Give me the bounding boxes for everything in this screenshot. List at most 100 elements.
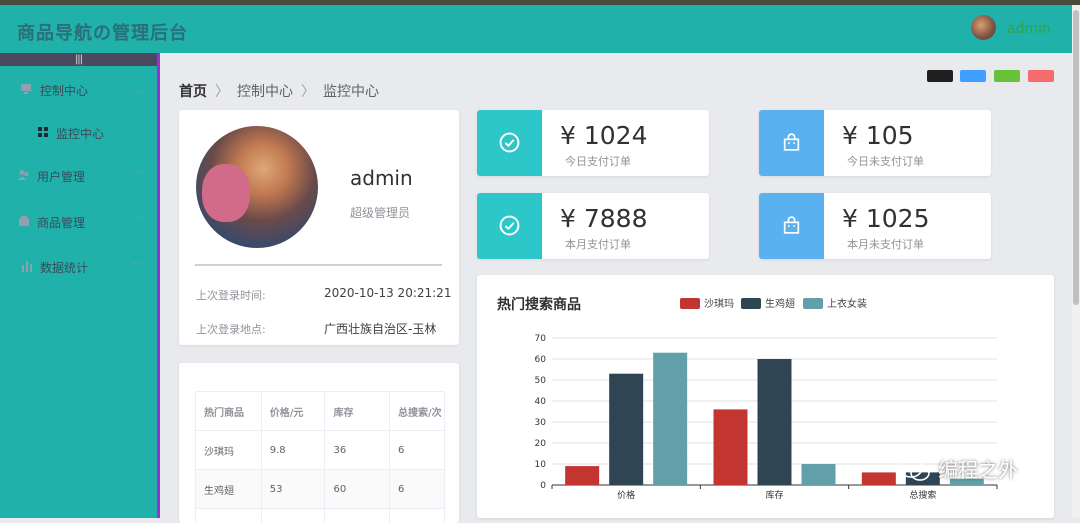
stat-value: ¥ 7888 [560, 204, 647, 233]
last-login-time: 2020-10-13 20:21:21 [324, 286, 451, 300]
profile-role: 超级管理员 [350, 204, 410, 221]
breadcrumb-separator-icon: 〉 [215, 84, 229, 100]
user-avatar[interactable] [971, 15, 996, 40]
stat-label: 今日支付订单 [565, 153, 631, 169]
users-icon [18, 169, 30, 181]
bar [653, 353, 687, 485]
profile-avatar [196, 126, 318, 248]
stat-label: 本月支付订单 [565, 236, 631, 252]
app-title: 商品导航の管理后台 [17, 19, 188, 45]
avatar-photo [202, 164, 250, 222]
table-cell [261, 509, 325, 523]
y-tick-label: 20 [535, 439, 547, 449]
main-content: 首页〉控制中心〉监控中心 admin 超级管理员 上次登录时间: 2020-10… [163, 53, 1072, 518]
theme-color-red[interactable] [1028, 70, 1054, 82]
shopping-bag-icon [781, 215, 802, 236]
bar [802, 464, 836, 485]
stat-value: ¥ 1024 [560, 121, 647, 150]
sidebar-item-label: 商品管理 [37, 214, 85, 231]
table-cell [325, 509, 390, 523]
breadcrumb-home[interactable]: 首页 [179, 84, 207, 100]
table-cell: 6 [390, 470, 445, 509]
breadcrumb: 首页〉控制中心〉监控中心 [179, 81, 379, 101]
scrollbar-thumb[interactable] [1073, 10, 1079, 305]
stat-label: 今日未支付订单 [847, 153, 924, 169]
x-tick-label: 总搜索 [909, 489, 936, 501]
sidebar-item-label: 控制中心 [40, 82, 88, 99]
box-icon [18, 215, 30, 227]
stat-card-month-unpaid: ¥ 1025 本月未支付订单 [759, 193, 991, 259]
shopping-bag-icon [781, 132, 802, 153]
bar [758, 359, 792, 485]
sidebar-item-label: 监控中心 [56, 125, 104, 142]
table-cell [390, 509, 445, 523]
stat-icon-box [759, 193, 824, 259]
stat-icon-box [477, 193, 542, 259]
table-header-row: 热门商品 价格/元 库存 总搜索/次 [196, 392, 445, 431]
table-header: 价格/元 [261, 392, 325, 431]
table-cell: 9.8 [261, 431, 325, 470]
watermark-text: 编程之外 [938, 454, 1018, 483]
profile-card: admin 超级管理员 上次登录时间: 2020-10-13 20:21:21 … [179, 110, 459, 345]
sidebar-item-label: 用户管理 [37, 168, 85, 185]
y-tick-label: 30 [535, 418, 547, 428]
sidebar-item-product-management[interactable]: 商品管理 ﹀ [0, 209, 157, 235]
table-header: 热门商品 [196, 392, 262, 431]
app-header: 商品导航の管理后台 admin [0, 5, 1072, 53]
y-tick-label: 0 [540, 481, 546, 491]
divider [195, 264, 442, 266]
check-icon [499, 132, 520, 153]
stat-card-today-unpaid: ¥ 105 今日未支付订单 [759, 110, 991, 176]
last-login-time-label: 上次登录时间: [196, 287, 266, 303]
x-tick-label: 价格 [617, 489, 635, 501]
table-row: 生鸡翅 53 60 6 [196, 470, 445, 509]
last-login-place: 广西壮族自治区-玉林 [324, 320, 436, 337]
table-cell: 6 [390, 431, 445, 470]
hot-products-table: 热门商品 价格/元 库存 总搜索/次 沙琪玛 9.8 36 6 生鸡翅 53 6… [195, 391, 445, 523]
sidebar-item-statistics[interactable]: 数据统计 ﹀ [0, 254, 157, 280]
stat-label: 本月未支付订单 [847, 236, 924, 252]
user-menu-name[interactable]: admin [1007, 21, 1051, 37]
grid-icon [37, 126, 49, 138]
last-login-place-label: 上次登录地点: [196, 321, 266, 337]
breadcrumb-separator-icon: 〉 [301, 84, 315, 100]
collapse-icon: ||| [75, 54, 82, 65]
table-row [196, 509, 445, 523]
sidebar: ||| 控制中心 ︿ 监控中心 用户管理 ﹀ 商品管理 ﹀ 数据统计 ﹀ [0, 53, 160, 518]
theme-color-green[interactable] [994, 70, 1020, 82]
monitor-icon [20, 83, 32, 95]
table-cell: 生鸡翅 [196, 470, 262, 509]
sidebar-item-user-management[interactable]: 用户管理 ﹀ [0, 163, 157, 189]
chevron-down-icon: ﹀ [132, 258, 142, 273]
check-icon [499, 215, 520, 236]
theme-color-blue[interactable] [960, 70, 986, 82]
y-tick-label: 10 [535, 460, 547, 470]
breadcrumb-level1[interactable]: 控制中心 [237, 84, 293, 100]
chevron-up-icon: ︿ [132, 81, 142, 96]
bar [565, 466, 599, 485]
y-tick-label: 50 [535, 376, 547, 386]
sidebar-item-control-center[interactable]: 控制中心 ︿ [0, 77, 157, 103]
y-tick-label: 70 [535, 334, 547, 344]
y-tick-label: 40 [535, 397, 547, 407]
hot-products-card: 热门商品 价格/元 库存 总搜索/次 沙琪玛 9.8 36 6 生鸡翅 53 6… [179, 363, 459, 523]
stat-icon-box [477, 110, 542, 176]
table-cell: 36 [325, 431, 390, 470]
theme-color-dark[interactable] [927, 70, 953, 82]
table-cell: 60 [325, 470, 390, 509]
bar [714, 409, 748, 485]
breadcrumb-level2: 监控中心 [323, 84, 379, 100]
sidebar-item-monitor-center[interactable]: 监控中心 [0, 120, 157, 146]
table-header: 库存 [325, 392, 390, 431]
bar [862, 472, 896, 485]
x-tick-label: 库存 [765, 489, 783, 501]
stat-card-month-paid: ¥ 7888 本月支付订单 [477, 193, 709, 259]
stat-value: ¥ 1025 [842, 204, 929, 233]
table-header: 总搜索/次 [390, 392, 445, 431]
bar-chart-icon [21, 260, 33, 272]
chevron-down-icon: ﹀ [132, 213, 142, 228]
stat-icon-box [759, 110, 824, 176]
wechat-icon [898, 456, 932, 484]
table-cell: 53 [261, 470, 325, 509]
collapse-toggle[interactable]: ||| [0, 53, 157, 66]
